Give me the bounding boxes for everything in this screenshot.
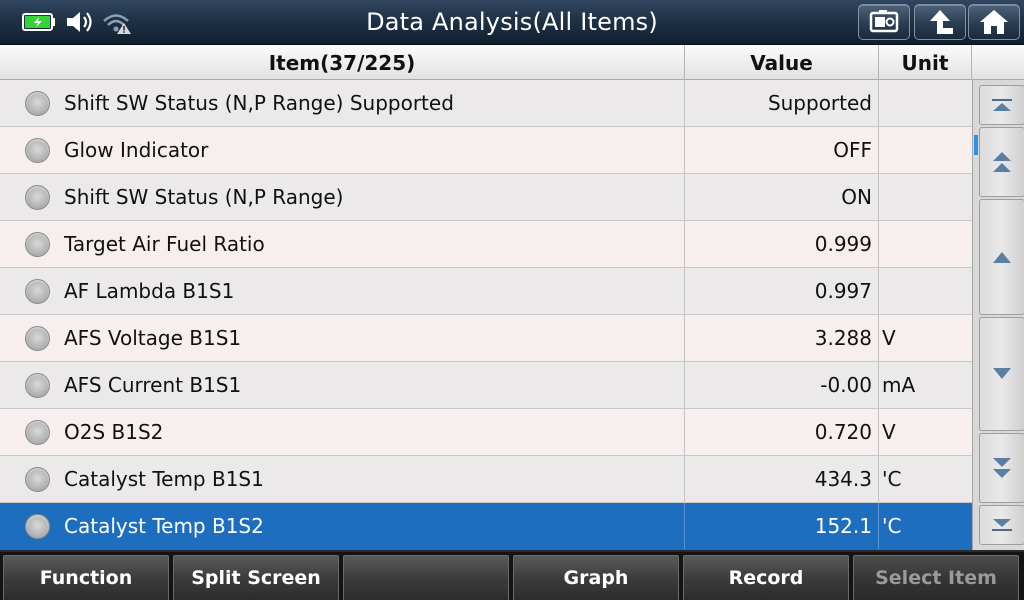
home-button[interactable]: [968, 4, 1020, 40]
item-label: AFS Voltage B1S1: [64, 326, 242, 350]
item-label: AFS Current B1S1: [64, 373, 242, 397]
item-value: 434.3: [685, 456, 879, 502]
scroll-top-icon: [992, 99, 1012, 111]
column-header-unit: Unit: [879, 45, 972, 80]
item-unit: [879, 127, 972, 173]
item-label: Glow Indicator: [64, 138, 209, 162]
item-value: OFF: [685, 127, 879, 173]
row-select-radio[interactable]: [25, 420, 50, 445]
item-label: Catalyst Temp B1S1: [64, 467, 264, 491]
item-unit: mA: [882, 373, 916, 397]
row-select-radio[interactable]: [25, 373, 50, 398]
table-row-selected[interactable]: Catalyst Temp B1S2 152.1 'C: [0, 503, 972, 550]
table-row[interactable]: O2S B1S2 0.720 V: [0, 409, 972, 456]
table-row[interactable]: Target Air Fuel Ratio 0.999: [0, 221, 972, 268]
item-value: 3.288: [685, 315, 879, 361]
scroll-bottom-icon: [992, 519, 1012, 531]
item-value: 0.999: [685, 221, 879, 267]
page-up-button[interactable]: [979, 127, 1024, 197]
row-select-radio[interactable]: [25, 326, 50, 351]
item-unit: [879, 80, 972, 126]
scroll-position-indicator: [974, 135, 978, 155]
item-unit: [879, 268, 972, 314]
item-unit: [879, 174, 972, 220]
scroll-top-button[interactable]: [979, 85, 1024, 125]
page-down-icon: [993, 458, 1011, 478]
row-select-radio[interactable]: [25, 279, 50, 304]
item-value: 0.720: [685, 409, 879, 455]
back-button[interactable]: [914, 4, 966, 40]
home-icon: [980, 10, 1008, 34]
item-unit: 'C: [882, 467, 902, 491]
row-select-radio[interactable]: [25, 91, 50, 116]
title-bar: Data Analysis(All Items): [0, 0, 1024, 45]
function-button[interactable]: Function: [3, 555, 169, 600]
record-button[interactable]: Record: [683, 555, 849, 600]
screenshot-button[interactable]: [858, 4, 910, 40]
scroll-bottom-button[interactable]: [979, 505, 1024, 545]
column-header-value: Value: [685, 45, 879, 80]
item-unit: [879, 221, 972, 267]
item-label: AF Lambda B1S1: [64, 279, 235, 303]
select-item-button[interactable]: Select Item: [853, 555, 1019, 600]
screenshot-icon: [869, 10, 899, 33]
table-row[interactable]: Shift SW Status (N,P Range) Supported Su…: [0, 80, 972, 127]
bottom-toolbar: Function Split Screen Graph Record Selec…: [0, 550, 1024, 600]
item-label: Catalyst Temp B1S2: [64, 514, 264, 538]
page-up-icon: [993, 152, 1011, 172]
table-row[interactable]: AF Lambda B1S1 0.997: [0, 268, 972, 315]
row-select-radio[interactable]: [25, 467, 50, 492]
item-unit: 'C: [882, 514, 902, 538]
item-label: Shift SW Status (N,P Range) Supported: [64, 91, 454, 115]
empty-button[interactable]: [343, 555, 509, 600]
table-row[interactable]: Catalyst Temp B1S1 434.3 'C: [0, 456, 972, 503]
line-down-button[interactable]: [979, 317, 1024, 431]
item-label: Shift SW Status (N,P Range): [64, 185, 344, 209]
line-up-button[interactable]: [979, 199, 1024, 315]
row-select-radio[interactable]: [25, 232, 50, 257]
line-down-icon: [993, 368, 1011, 379]
item-label: O2S B1S2: [64, 420, 164, 444]
table-header: Item(37/225) Value Unit: [0, 45, 1024, 80]
item-value: Supported: [685, 80, 879, 126]
column-header-item: Item(37/225): [0, 45, 685, 80]
item-value: ON: [685, 174, 879, 220]
item-value: -0.00: [685, 362, 879, 408]
split-screen-button[interactable]: Split Screen: [173, 555, 339, 600]
table-row[interactable]: AFS Current B1S1 -0.00 mA: [0, 362, 972, 409]
row-select-radio[interactable]: [25, 185, 50, 210]
item-value: 0.997: [685, 268, 879, 314]
page-down-button[interactable]: [979, 433, 1024, 503]
item-label: Target Air Fuel Ratio: [64, 232, 265, 256]
graph-button[interactable]: Graph: [513, 555, 679, 600]
column-header-spacer: [972, 45, 1024, 80]
back-arrow-icon: [930, 10, 953, 34]
item-unit: V: [882, 420, 896, 444]
table-row[interactable]: Shift SW Status (N,P Range) ON: [0, 174, 972, 221]
item-value: 152.1: [685, 503, 879, 549]
table-row[interactable]: AFS Voltage B1S1 3.288 V: [0, 315, 972, 362]
table-row[interactable]: Glow Indicator OFF: [0, 127, 972, 174]
row-select-radio[interactable]: [25, 138, 50, 163]
row-select-radio[interactable]: [25, 514, 50, 539]
line-up-icon: [993, 252, 1011, 263]
item-unit: V: [882, 326, 896, 350]
data-list: Shift SW Status (N,P Range) Supported Su…: [0, 80, 972, 550]
scrollbar[interactable]: [972, 80, 1024, 550]
